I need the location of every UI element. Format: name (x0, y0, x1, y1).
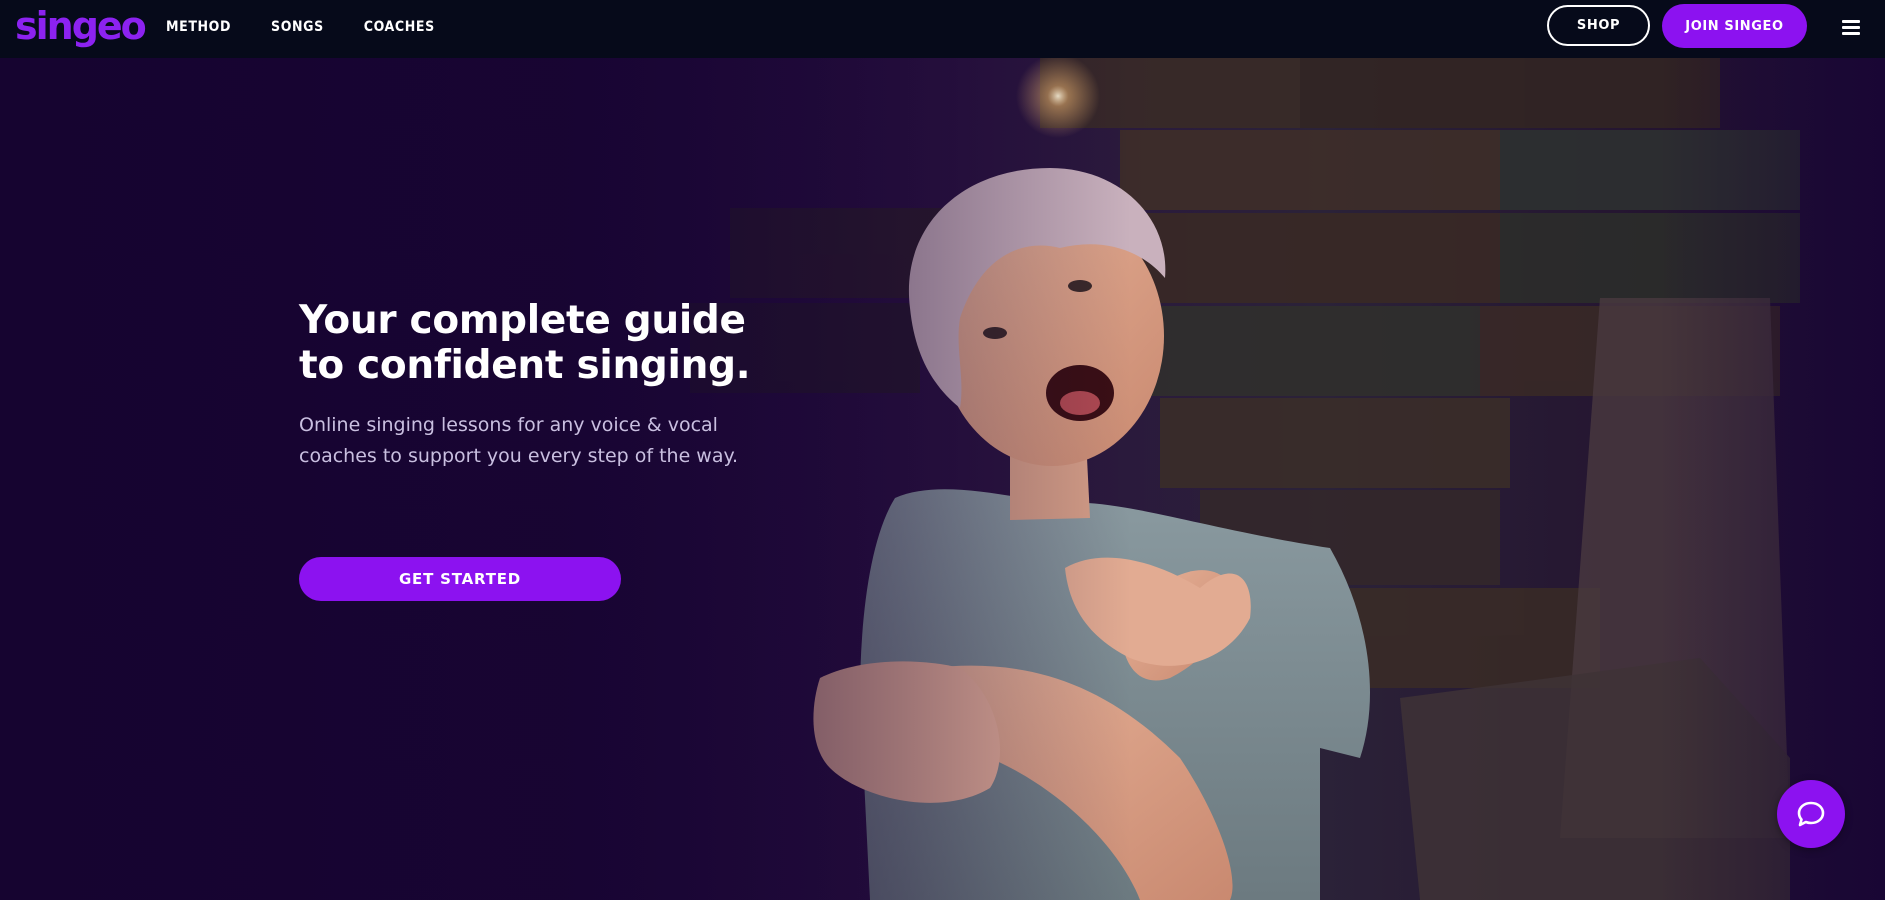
shop-button[interactable]: SHOP (1547, 5, 1650, 46)
hamburger-menu-icon[interactable] (1840, 16, 1862, 38)
nav-link-method[interactable]: METHOD (166, 19, 231, 35)
join-singeo-button[interactable]: JOIN SINGEO (1662, 4, 1807, 48)
page: singeo METHOD SONGS COACHES SHOP JOIN SI… (0, 0, 1885, 900)
logo-text: singeo (15, 4, 147, 48)
chat-bubble-icon (1797, 801, 1825, 827)
chat-launcher-button[interactable] (1777, 780, 1845, 848)
hero-text-block: Your complete guide to confident singing… (299, 298, 859, 472)
top-navbar: singeo METHOD SONGS COACHES SHOP JOIN SI… (0, 0, 1885, 58)
hero-title: Your complete guide to confident singing… (299, 298, 751, 388)
nav-link-coaches[interactable]: COACHES (364, 19, 435, 35)
hero-section (0, 58, 1885, 900)
nav-link-songs[interactable]: SONGS (271, 19, 324, 35)
get-started-button[interactable]: GET STARTED (299, 557, 621, 601)
hero-subtitle: Online singing lessons for any voice & v… (299, 414, 739, 467)
main-nav: METHOD SONGS COACHES (166, 0, 475, 54)
hero-overlay (0, 58, 1885, 900)
singeo-logo[interactable]: singeo (15, 2, 147, 50)
